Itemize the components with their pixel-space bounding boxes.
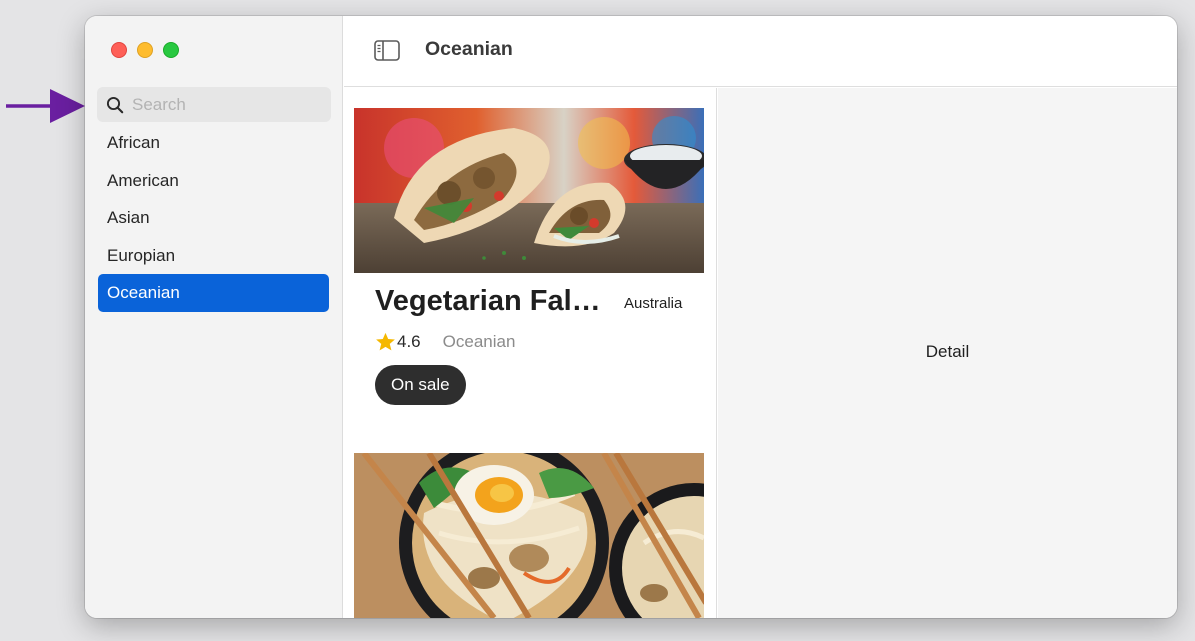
detail-pane: Detail: [718, 88, 1177, 618]
search-field[interactable]: [97, 87, 331, 122]
search-input[interactable]: [132, 94, 322, 115]
detail-placeholder: Detail: [925, 342, 970, 361]
annotation-arrow: [6, 89, 85, 123]
category-list: African American Asian Europian Oceanian: [98, 124, 329, 312]
sidebar-item-oceanian[interactable]: Oceanian: [98, 274, 329, 312]
rating-value: 4.6: [397, 332, 421, 351]
window-controls: [111, 42, 179, 58]
dish-cuisine: Oceanian: [442, 332, 516, 351]
zoom-button[interactable]: [163, 42, 179, 58]
star-icon: [376, 332, 395, 351]
falafel-pita-photo: [354, 108, 704, 273]
sidebar-toggle-icon[interactable]: [374, 40, 400, 61]
toolbar: Oceanian: [344, 16, 1177, 87]
toolbar-title: Oceanian: [425, 38, 513, 60]
dish-country: Australia: [624, 295, 683, 312]
app-window: African American Asian Europian Oceanian…: [85, 16, 1177, 618]
on-sale-badge: On sale: [375, 365, 466, 405]
sidebar: African American Asian Europian Oceanian: [85, 16, 343, 618]
recipe-list: Vegetarian Fala... Australia 4.6 Oceania…: [344, 88, 717, 618]
stage: African American Asian Europian Oceanian…: [0, 0, 1195, 641]
sidebar-item-african[interactable]: African: [98, 124, 329, 162]
ramen-bowl-photo: [354, 453, 704, 618]
sidebar-item-asian[interactable]: Asian: [98, 199, 329, 237]
close-button[interactable]: [111, 42, 127, 58]
minimize-button[interactable]: [137, 42, 153, 58]
sidebar-item-europian[interactable]: Europian: [98, 237, 329, 275]
search-icon: [106, 96, 124, 113]
dish-name: Vegetarian Fala...: [375, 285, 611, 317]
rating-row: 4.6 Oceanian: [375, 332, 515, 352]
sidebar-item-american[interactable]: American: [98, 162, 329, 200]
